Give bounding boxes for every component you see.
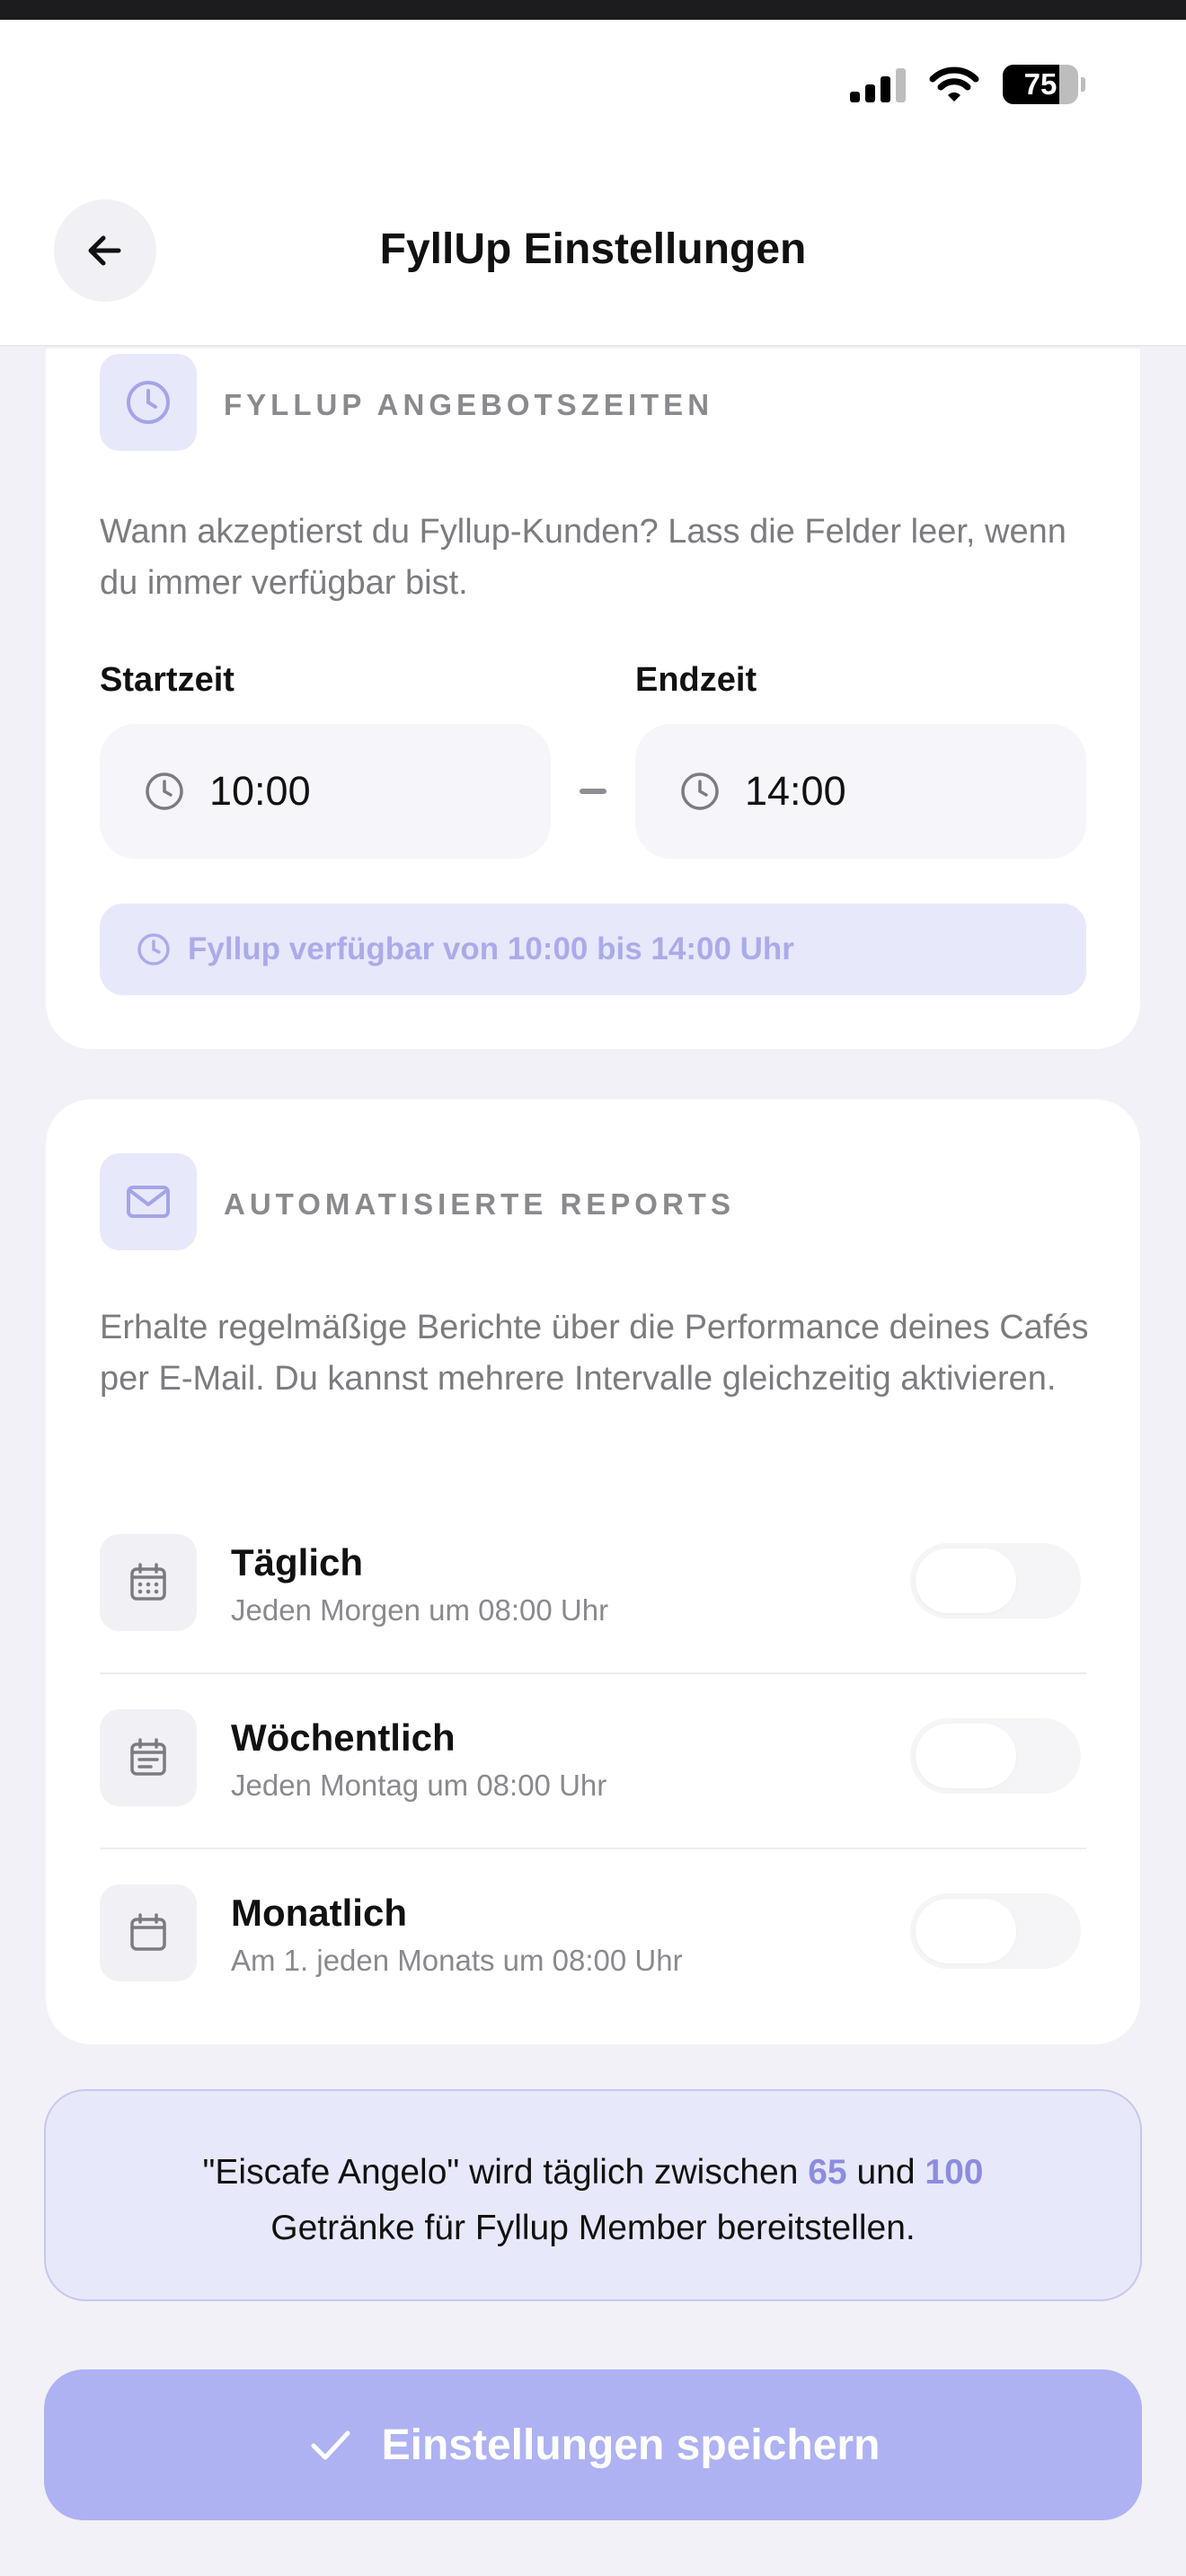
offer-times-section-icon xyxy=(100,354,197,451)
report-daily-toggle[interactable] xyxy=(910,1543,1081,1619)
offer-times-description: Wann akzeptierst du Fyllup-Kunden? Lass … xyxy=(100,513,1067,602)
info-suffix: Getränke für Fyllup Member bereitstellen… xyxy=(270,2209,916,2247)
calendar-month-icon xyxy=(130,1913,166,1951)
report-daily-sub: Jeden Morgen um 08:00 Uhr xyxy=(231,1593,609,1627)
report-monthly-label: Monatlich xyxy=(231,1892,407,1934)
start-time-label: Startzeit xyxy=(100,661,235,699)
report-daily-label: Täglich xyxy=(231,1541,364,1584)
reports-description: Erhalte regelmäßige Berichte über die Pe… xyxy=(100,1309,1089,1398)
reports-section-icon xyxy=(100,1153,197,1250)
time-range-dash xyxy=(580,789,606,794)
start-time-input[interactable]: 10:00 xyxy=(100,724,551,859)
cellular-signal-icon xyxy=(850,66,906,102)
page-title: FyllUp Einstellungen xyxy=(379,225,807,273)
checkmark-icon xyxy=(311,2430,350,2460)
availability-pill: Fyllup verfügbar von 10:00 bis 14:00 Uhr xyxy=(100,904,1086,995)
report-row-weekly: Wöchentlich Jeden Montag um 08:00 Uhr xyxy=(100,1675,1086,1849)
start-time-value: 10:00 xyxy=(209,768,311,814)
report-row-monthly: Monatlich Am 1. jeden Monats um 08:00 Uh… xyxy=(100,1850,1086,2025)
status-bar: 75 xyxy=(0,20,1186,172)
drinks-info-box: "Eiscafe Angelo" wird täglich zwischen 6… xyxy=(44,2089,1142,2301)
calendar-week-icon xyxy=(130,1738,166,1776)
header: FyllUp Einstellungen xyxy=(0,172,1186,347)
report-monthly-sub: Am 1. jeden Monats um 08:00 Uhr xyxy=(231,1944,683,1977)
mail-icon xyxy=(127,1186,170,1218)
report-weekly-toggle[interactable] xyxy=(910,1718,1081,1794)
report-monthly-icon-box xyxy=(100,1884,197,1981)
offer-times-card: FYLLUP ANGEBOTSZEITEN Wann akzeptierst d… xyxy=(46,348,1140,1049)
end-time-input[interactable]: 14:00 xyxy=(635,724,1086,859)
report-weekly-label: Wöchentlich xyxy=(231,1716,456,1759)
wifi-icon xyxy=(929,66,979,101)
top-strip xyxy=(0,0,1186,20)
end-time-value: 14:00 xyxy=(745,768,846,814)
save-settings-label: Einstellungen speichern xyxy=(381,2421,881,2469)
report-monthly-toggle[interactable] xyxy=(910,1893,1081,1969)
save-settings-button[interactable]: Einstellungen speichern xyxy=(44,2369,1142,2520)
report-daily-icon-box xyxy=(100,1534,197,1631)
clock-icon xyxy=(127,381,170,424)
clock-icon xyxy=(146,772,183,810)
clock-icon xyxy=(681,772,719,810)
info-max-drinks: 100 xyxy=(925,2153,984,2192)
availability-text: Fyllup verfügbar von 10:00 bis 14:00 Uhr xyxy=(188,931,794,966)
reports-title: AUTOMATISIERTE REPORTS xyxy=(224,1187,735,1221)
report-weekly-icon-box xyxy=(100,1709,197,1806)
clock-icon xyxy=(137,933,170,966)
reports-card: AUTOMATISIERTE REPORTS Erhalte regelmäßi… xyxy=(46,1099,1140,2044)
info-prefix: "Eiscafe Angelo" wird täglich zwischen xyxy=(202,2153,809,2192)
calendar-days-icon xyxy=(130,1563,166,1601)
report-weekly-sub: Jeden Montag um 08:00 Uhr xyxy=(231,1769,607,1802)
offer-times-title: FYLLUP ANGEBOTSZEITEN xyxy=(224,388,714,421)
end-time-label: Endzeit xyxy=(635,661,757,699)
info-middle: und xyxy=(846,2153,925,2192)
info-min-drinks: 65 xyxy=(808,2153,847,2192)
battery-percentage: 75 xyxy=(1023,67,1058,101)
report-row-daily: Täglich Jeden Morgen um 08:00 Uhr xyxy=(100,1500,1086,1674)
battery-icon: 75 xyxy=(1003,65,1085,104)
status-icons: 75 xyxy=(850,65,1085,104)
